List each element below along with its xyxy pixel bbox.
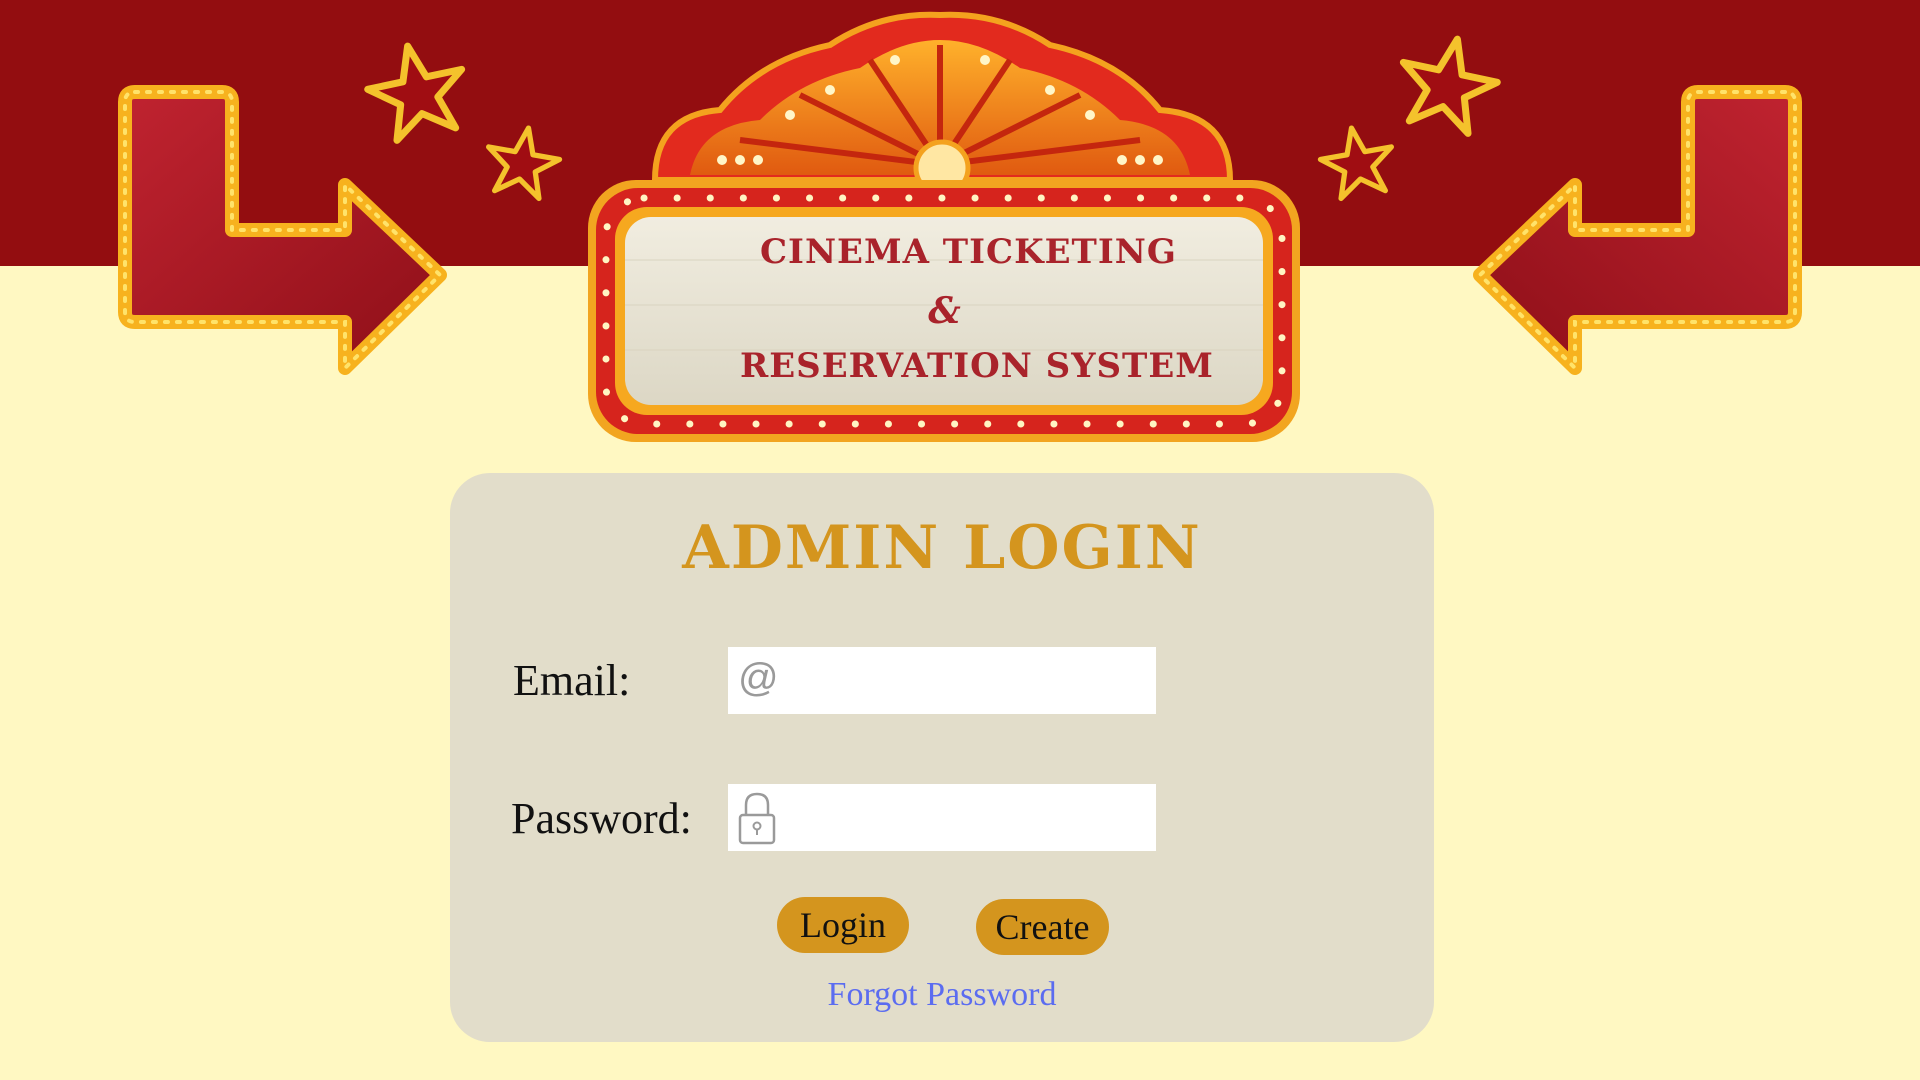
email-field-container: @ xyxy=(728,647,1156,716)
right-arrow-icon xyxy=(1473,85,1802,375)
password-label: Password: xyxy=(511,794,692,843)
header-title-line1: CINEMA TICKETING xyxy=(760,232,1177,272)
header-title-line2: RESERVATION SYSTEM xyxy=(740,346,1214,386)
marquee-crown xyxy=(651,11,1234,197)
at-icon: @ xyxy=(738,656,779,700)
password-field-container xyxy=(728,784,1156,853)
create-button[interactable]: Create xyxy=(976,899,1109,955)
login-title: ADMIN LOGIN xyxy=(682,513,1202,583)
lock-icon xyxy=(737,791,777,852)
header-decoration xyxy=(118,11,1802,442)
email-label: Email: xyxy=(513,656,631,705)
forgot-password-link[interactable]: Forgot Password xyxy=(450,976,1434,1014)
login-card: ADMIN LOGIN Email: @ Password: Login Cre… xyxy=(450,473,1434,1042)
password-input[interactable] xyxy=(776,784,1150,853)
email-input[interactable] xyxy=(776,647,1150,716)
left-arrow-icon xyxy=(118,85,447,375)
login-button[interactable]: Login xyxy=(777,897,909,953)
header-title-ampersand: & xyxy=(928,290,962,332)
